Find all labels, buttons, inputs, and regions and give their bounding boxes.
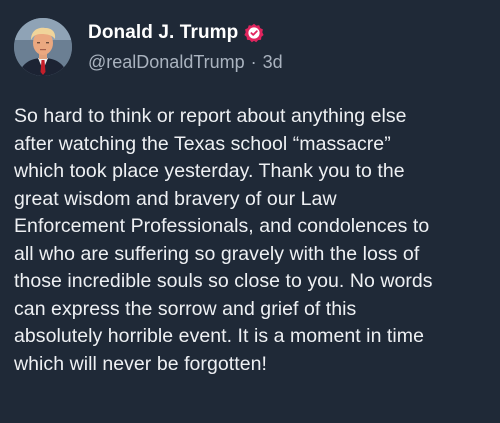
- author-info: Donald J. Trump @realDonaldTrump · 3d: [88, 21, 283, 73]
- author-meta: @realDonaldTrump · 3d: [88, 52, 283, 73]
- post-text-line: after watching the Texas school “massacr…: [14, 132, 391, 155]
- post-text-line: which took place yesterday. Thank you to…: [14, 160, 405, 182]
- verified-badge-icon: [244, 23, 264, 43]
- post-age[interactable]: 3d: [263, 52, 283, 73]
- post-text-line: those incredible souls so close to you. …: [14, 270, 433, 292]
- post-text-line: So hard to think or report about anythin…: [14, 105, 407, 127]
- author-display-name[interactable]: Donald J. Trump: [88, 22, 238, 44]
- post-text-line: can express the sorrow and grief of this: [14, 297, 357, 320]
- avatar[interactable]: [14, 18, 72, 76]
- post-header: Donald J. Trump @realDonaldTrump · 3d: [14, 18, 283, 76]
- post-text-line: great wisdom and bravery of our Law: [14, 187, 337, 210]
- post-body: So hard to think or report about anythin…: [14, 103, 488, 378]
- meta-separator: ·: [250, 52, 257, 72]
- post-text-line: all who are suffering so gravely with th…: [14, 242, 420, 265]
- author-handle[interactable]: @realDonaldTrump: [88, 52, 245, 73]
- post-text-line: which will never be forgotten!: [14, 352, 267, 375]
- post-text-line: absolutely horrible event. It is a momen…: [14, 325, 424, 347]
- post-text-line: Enforcement Professionals, and condolenc…: [14, 215, 430, 237]
- name-row: Donald J. Trump: [88, 21, 283, 45]
- post-card: Donald J. Trump @realDonaldTrump · 3d So…: [0, 0, 500, 423]
- avatar-image: [14, 18, 72, 76]
